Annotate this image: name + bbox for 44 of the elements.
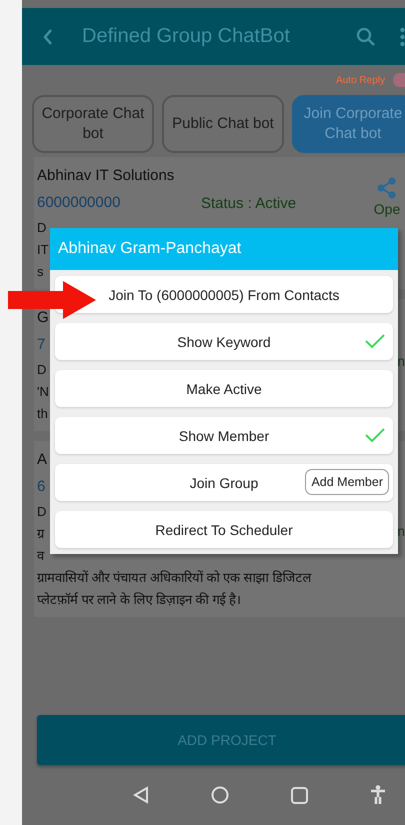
option-label: Show Keyword [177, 334, 271, 350]
back-icon[interactable] [42, 28, 54, 46]
dialog-title: Abhinav Gram-Panchayat [50, 228, 398, 270]
option-label: Join Group [190, 474, 258, 490]
screen-title: Defined Group ChatBot [82, 25, 291, 48]
description-line: IT [37, 241, 49, 259]
project-title: G [37, 308, 49, 328]
option-item[interactable]: Join Group Add Member [55, 464, 393, 501]
search-icon[interactable] [356, 26, 376, 46]
description-line: th [37, 405, 48, 423]
project-title: A [37, 450, 48, 470]
back-icon[interactable] [133, 786, 149, 804]
project-status: Status : Active [201, 194, 296, 212]
option-item[interactable]: Redirect To Scheduler [55, 511, 393, 548]
side-label: n [397, 353, 405, 369]
home-icon[interactable] [211, 786, 229, 804]
more-icon[interactable] [400, 26, 405, 46]
side-label: Ope [374, 201, 400, 217]
option-item[interactable]: Join To (6000000005) From Contacts [55, 276, 393, 313]
accessibility-icon[interactable] [370, 785, 386, 805]
phone-number: 6 [37, 478, 46, 495]
option-label: Join To (6000000005) From Contacts [108, 286, 340, 302]
side-label: n [397, 523, 405, 539]
description-line: D [37, 361, 46, 379]
project-title: Abhinav IT Solutions [37, 166, 174, 186]
option-item[interactable]: Show Keyword [55, 323, 393, 360]
description-line: 'N [37, 383, 49, 401]
add-member-button[interactable]: Add Member [305, 469, 389, 495]
phone-number: 7 [37, 336, 46, 353]
auto-reply-label: Auto Reply [336, 74, 385, 86]
option-label: Make Active [186, 380, 262, 396]
option-label: Show Member [178, 428, 270, 444]
phone-number: 6000000000 [37, 194, 120, 211]
option-item[interactable]: Show Member [55, 417, 393, 454]
option-label: Redirect To Scheduler [155, 522, 293, 538]
description-line: ग्रामवासियों और पंचायत अधिकारियों को एक साझा डिजिटल [37, 569, 312, 587]
description-line: D [37, 503, 46, 521]
description-line: प्लेटफ़ॉर्म पर लाने के लिए डिज़ाइन की गई है। [37, 591, 241, 609]
description-line: D [37, 219, 46, 237]
recents-icon[interactable] [291, 786, 308, 804]
option-item[interactable]: Make Active [55, 370, 393, 407]
description-line: व [37, 547, 44, 565]
description-line: s [37, 263, 44, 281]
description-line: ग्र [37, 525, 44, 543]
